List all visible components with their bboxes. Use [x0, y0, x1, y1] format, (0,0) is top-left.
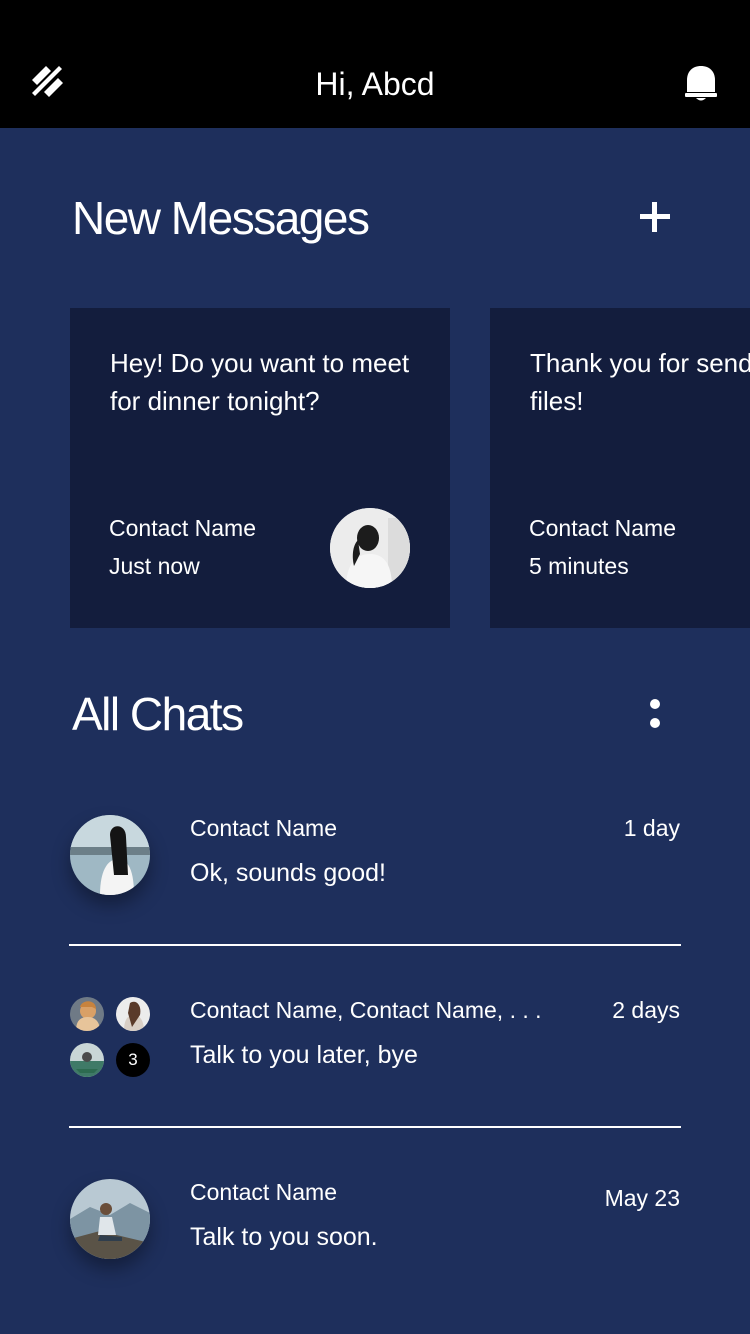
new-messages-title: New Messages: [72, 192, 370, 244]
chat-time: 2 days: [612, 997, 680, 1023]
bell-icon[interactable]: [684, 64, 718, 104]
group-avatar: 3: [70, 997, 150, 1077]
contact-name: Contact Name: [529, 515, 677, 541]
greeting-title: Hi, Abcd: [315, 66, 435, 102]
member-count-badge: 3: [116, 1043, 150, 1077]
more-vertical-icon[interactable]: [645, 696, 665, 732]
all-chats-title: All Chats: [72, 688, 244, 740]
message-card[interactable]: Thank you for sending over the files! Co…: [490, 308, 750, 628]
chat-time: May 23: [604, 1185, 680, 1211]
avatar[interactable]: [330, 508, 410, 588]
last-message: Talk to you soon.: [190, 1223, 378, 1251]
avatar: [70, 815, 150, 895]
contact-name: Contact Name: [109, 515, 257, 541]
plus-icon[interactable]: [638, 200, 672, 234]
last-message: Talk to you later, bye: [190, 1041, 418, 1069]
divider: [69, 1126, 681, 1128]
chat-list-item[interactable]: Contact Name May 23 Talk to you soon.: [0, 1179, 750, 1329]
message-card[interactable]: Hey! Do you want to meet for dinner toni…: [70, 308, 450, 628]
new-messages-carousel[interactable]: Hey! Do you want to meet for dinner toni…: [0, 308, 750, 628]
contact-name: Contact Name: [190, 815, 338, 841]
chat-time: 1 day: [623, 815, 680, 841]
contact-name: Contact Name: [190, 1179, 338, 1205]
message-preview: Hey! Do you want to meet for dinner toni…: [110, 348, 410, 416]
message-time: Just now: [109, 553, 200, 579]
avatar: [70, 1179, 150, 1259]
avatar: [70, 1043, 104, 1077]
message-preview: Thank you for sending over the files!: [530, 348, 750, 416]
contact-name: Contact Name, Contact Name, . . .: [190, 997, 542, 1023]
divider: [69, 944, 681, 946]
last-message: Ok, sounds good!: [190, 859, 386, 887]
avatar: [70, 997, 104, 1031]
chat-list-item[interactable]: 3 Contact Name, Contact Name, . . . 2 da…: [0, 997, 750, 1147]
message-time: 5 minutes: [529, 553, 629, 579]
chat-list-item[interactable]: Contact Name 1 day Ok, sounds good!: [0, 815, 750, 965]
avatar: [116, 997, 150, 1031]
top-bar: Hi, Abcd: [0, 0, 750, 128]
